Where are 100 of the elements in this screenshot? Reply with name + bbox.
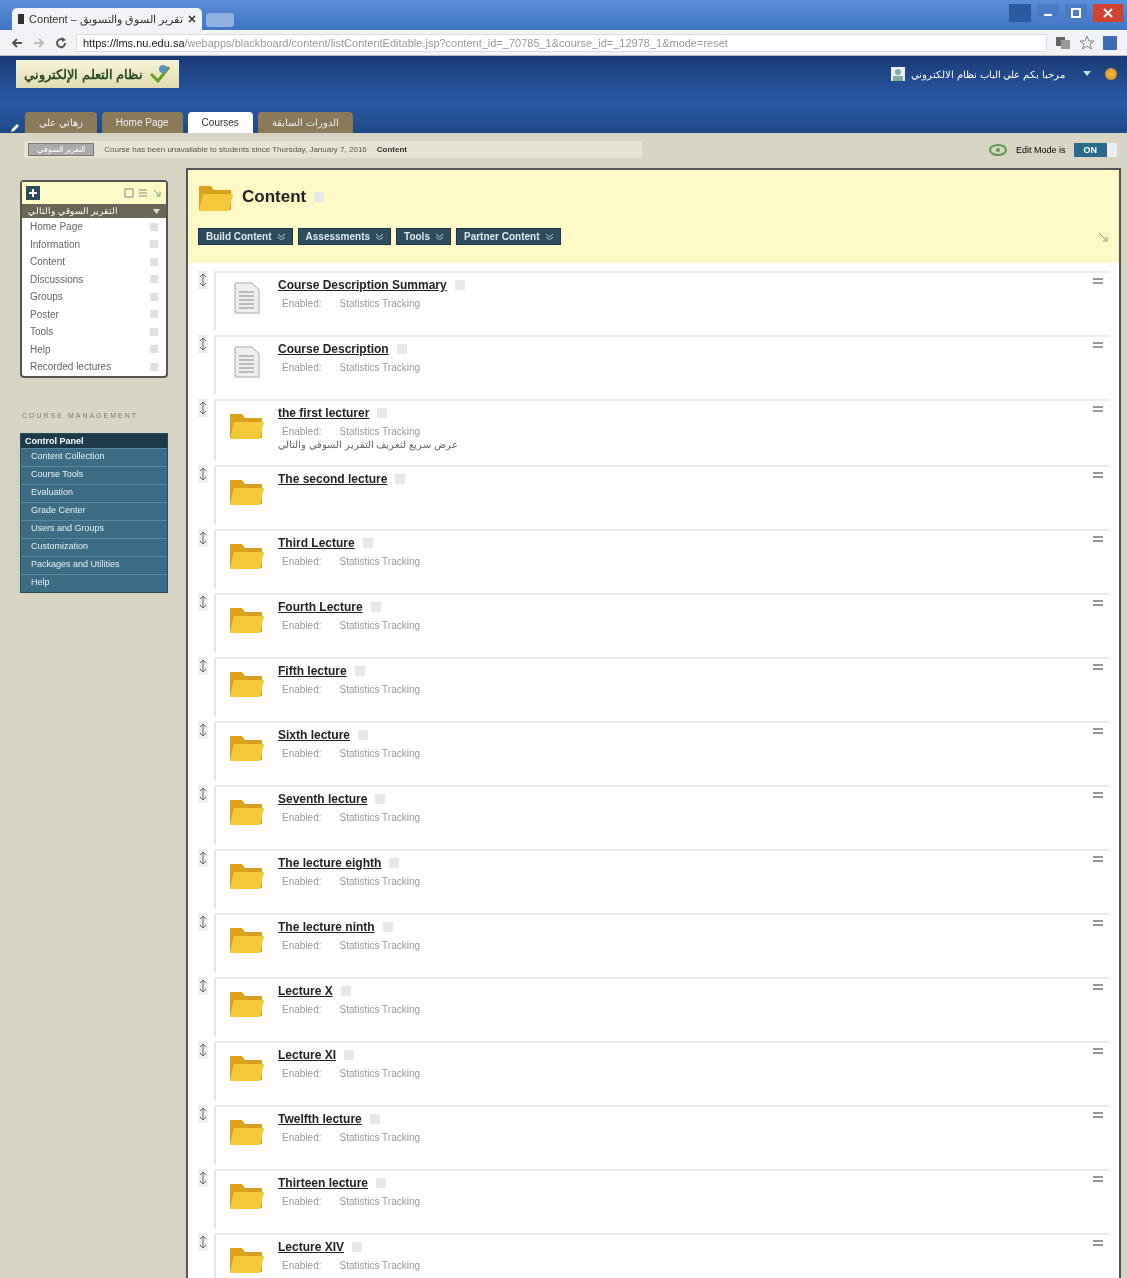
action-menu-button[interactable]: Build Content xyxy=(198,228,293,245)
panel-title[interactable]: Control Panel xyxy=(21,433,167,448)
move-icon[interactable] xyxy=(1093,920,1103,926)
move-icon[interactable] xyxy=(1093,472,1103,478)
move-icon[interactable] xyxy=(1093,856,1103,862)
list-icon[interactable] xyxy=(138,188,148,198)
move-icon[interactable] xyxy=(1093,600,1103,606)
drag-handle-icon[interactable] xyxy=(198,1233,208,1251)
item-title-link[interactable]: Seventh lecture xyxy=(278,792,368,806)
drag-handle-icon[interactable] xyxy=(198,657,208,675)
minimize-icon[interactable] xyxy=(1037,4,1059,22)
item-title-link[interactable]: Fifth lecture xyxy=(278,664,347,678)
move-icon[interactable] xyxy=(1093,1112,1103,1118)
course-menu-item[interactable]: Poster xyxy=(30,308,59,320)
close-icon[interactable] xyxy=(1093,4,1123,22)
reload-icon[interactable] xyxy=(54,35,68,50)
item-status: Enabled: xyxy=(282,812,322,823)
pencil-icon[interactable] xyxy=(10,123,20,133)
drag-handle-icon[interactable] xyxy=(198,1041,208,1059)
edit-mode-toggle[interactable]: ON xyxy=(1073,142,1117,157)
move-icon[interactable] xyxy=(1093,984,1103,990)
browser-tab[interactable]: Content – تقرير السوق والتسويق xyxy=(12,8,202,30)
nav-tab[interactable]: Home Page xyxy=(101,112,183,133)
item-title-link[interactable]: Lecture XIV xyxy=(278,1240,345,1254)
drag-handle-icon[interactable] xyxy=(198,721,208,739)
drag-handle-icon[interactable] xyxy=(198,785,208,803)
drag-handle-icon[interactable] xyxy=(198,1105,208,1123)
item-title-link[interactable]: Sixth lecture xyxy=(278,728,351,742)
control-panel-item[interactable]: Course Tools xyxy=(21,465,167,484)
course-menu-item[interactable]: Tools xyxy=(30,326,54,338)
item-title-link[interactable]: Third Lecture xyxy=(278,536,355,550)
add-icon[interactable] xyxy=(26,186,40,200)
control-panel-item[interactable]: Customization xyxy=(21,537,167,556)
caret-icon[interactable] xyxy=(153,208,160,214)
item-title-link[interactable]: The lecture ninth xyxy=(278,920,375,934)
move-icon[interactable] xyxy=(1093,1048,1103,1054)
item-title-link[interactable]: the first lecturer xyxy=(278,406,370,420)
star-icon[interactable] xyxy=(1079,34,1095,51)
nav-tab[interactable]: Courses xyxy=(187,112,253,133)
item-tracking: Statistics Tracking xyxy=(339,1132,421,1143)
control-panel-item[interactable]: Users and Groups xyxy=(21,519,167,538)
drag-handle-icon[interactable] xyxy=(198,977,208,995)
edit-mode-label: Edit Mode is xyxy=(1015,144,1066,155)
reorder-icon[interactable] xyxy=(1097,230,1109,243)
drag-handle-icon[interactable] xyxy=(198,849,208,867)
move-icon[interactable] xyxy=(1093,406,1103,412)
action-menu-button[interactable]: Assessments xyxy=(297,228,392,245)
back-icon[interactable] xyxy=(10,35,24,50)
eye-icon[interactable] xyxy=(987,142,1008,157)
site-logo[interactable]: نظام التعلم الإلكتروني xyxy=(16,60,180,88)
item-title-link[interactable]: Lecture XI xyxy=(278,1048,337,1062)
move-icon[interactable] xyxy=(1093,664,1103,670)
course-menu-item[interactable]: Recorded lectures xyxy=(30,361,112,373)
control-panel-item[interactable]: Help xyxy=(21,573,167,592)
control-panel-item[interactable]: Content Collection xyxy=(21,447,167,466)
move-icon[interactable] xyxy=(1093,278,1103,284)
action-menu-button[interactable]: Partner Content xyxy=(455,228,561,245)
drag-handle-icon[interactable] xyxy=(198,529,208,547)
forward-icon[interactable] xyxy=(32,35,46,50)
drag-handle-icon[interactable] xyxy=(198,465,208,483)
drag-handle-icon[interactable] xyxy=(198,271,208,289)
item-title-link[interactable]: Course Description Summary xyxy=(278,278,447,292)
move-icon[interactable] xyxy=(1093,1176,1103,1182)
course-menu-item[interactable]: Discussions xyxy=(30,273,84,285)
drag-handle-icon[interactable] xyxy=(198,913,208,931)
course-menu-item[interactable]: Content xyxy=(30,256,66,268)
control-panel-item[interactable]: Packages and Utilities xyxy=(21,555,167,574)
control-panel-item[interactable]: Evaluation xyxy=(21,483,167,502)
nav-tab[interactable]: زهاتي علي xyxy=(25,112,97,133)
address-field[interactable]: https://lms.nu.edu.sa/webapps/blackboard/content/listContentEditable.jsp?content_id=_70785_1&course_id=_12978_1&mode=reset xyxy=(76,33,1047,52)
course-menu-item[interactable]: Help xyxy=(30,343,51,355)
control-panel-item[interactable]: Grade Center xyxy=(21,501,167,520)
item-title-link[interactable]: The lecture eighth xyxy=(278,856,382,870)
course-menu-item[interactable]: Groups xyxy=(30,291,63,303)
course-menu-item[interactable]: Home Page xyxy=(30,221,83,233)
move-icon[interactable] xyxy=(1093,728,1103,734)
move-icon[interactable] xyxy=(1093,536,1103,542)
drag-handle-icon[interactable] xyxy=(198,335,208,353)
move-icon[interactable] xyxy=(1093,342,1103,348)
close-tab-icon[interactable] xyxy=(188,15,196,23)
item-title-link[interactable]: Lecture X xyxy=(278,984,333,998)
move-icon[interactable] xyxy=(1093,792,1103,798)
item-title-link[interactable]: Course Description xyxy=(278,342,389,356)
move-icon[interactable] xyxy=(1093,1240,1103,1246)
translate-icon[interactable] xyxy=(1055,35,1071,50)
maximize-icon[interactable] xyxy=(1065,4,1087,22)
item-title-link[interactable]: Fourth Lecture xyxy=(278,600,363,614)
action-menu-button[interactable]: Tools xyxy=(396,228,451,245)
user-name[interactable]: مرحبا بكم علي الباب نظام الالكتروني xyxy=(911,68,1065,80)
drag-handle-icon[interactable] xyxy=(198,593,208,611)
drag-handle-icon[interactable] xyxy=(198,1169,208,1187)
item-title-link[interactable]: Thirteen lecture xyxy=(278,1176,369,1190)
item-title-link[interactable]: The second lecture xyxy=(278,472,388,486)
drag-handle-icon[interactable] xyxy=(198,399,208,417)
notification-icon[interactable] xyxy=(1105,68,1117,80)
item-title-link[interactable]: Twelfth lecture xyxy=(278,1112,362,1126)
nav-tab[interactable]: الدورات السابقة xyxy=(257,112,353,133)
course-menu-item[interactable]: Information xyxy=(30,238,81,250)
caret-icon[interactable] xyxy=(1083,71,1091,77)
window-icon[interactable] xyxy=(124,188,134,198)
